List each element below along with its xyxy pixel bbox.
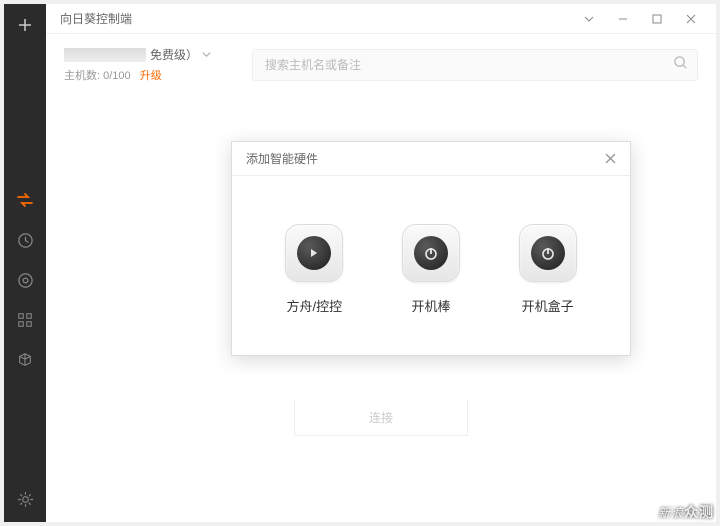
watermark: 新浪众测: [658, 502, 714, 522]
header-row: 免费级） 主机数: 0/100 升级: [46, 34, 716, 87]
power-icon: [414, 236, 448, 270]
plus-icon: [17, 17, 33, 33]
close-icon: [686, 14, 696, 24]
modal-header: 添加智能硬件: [232, 142, 630, 176]
chevron-down-icon: [584, 14, 594, 24]
hardware-icon-box: [402, 224, 460, 282]
search-button[interactable]: [673, 55, 688, 75]
modal-title: 添加智能硬件: [246, 150, 600, 167]
account-block: 免费级） 主机数: 0/100 升级: [64, 46, 234, 83]
hardware-icon-box: [519, 224, 577, 282]
hardware-item-box[interactable]: 开机盒子: [519, 224, 577, 315]
account-name-redacted: [64, 48, 146, 62]
titlebar: 向日葵控制端: [46, 4, 716, 34]
sidebar-item-apps[interactable]: [16, 311, 34, 329]
search-input[interactable]: [252, 49, 698, 81]
maximize-icon: [652, 14, 662, 24]
hardware-item-ark[interactable]: 方舟/控控: [285, 224, 343, 315]
grid-icon: [17, 312, 33, 328]
search-icon: [673, 55, 688, 70]
dropdown-button[interactable]: [572, 5, 606, 33]
sidebar: [4, 4, 46, 522]
connect-label: 连接: [369, 409, 393, 426]
hosts-count-row: 主机数: 0/100 升级: [64, 67, 234, 83]
hosts-count: 0/100: [103, 70, 131, 82]
discover-icon: [17, 272, 34, 289]
upgrade-link[interactable]: 升级: [140, 70, 162, 82]
app-window: 向日葵控制端 免费级） 主机数: 0/100 升级: [4, 4, 716, 522]
sidebar-item-history[interactable]: [16, 231, 34, 249]
close-button[interactable]: [674, 5, 708, 33]
modal-body: 方舟/控控 开机棒 开机盒子: [232, 176, 630, 355]
main-area: 向日葵控制端 免费级） 主机数: 0/100 升级: [46, 4, 716, 522]
minimize-button[interactable]: [606, 5, 640, 33]
gear-icon: [17, 491, 34, 508]
transfer-icon: [16, 191, 34, 209]
watermark-sub: 众测: [684, 504, 714, 520]
hardware-item-stick[interactable]: 开机棒: [402, 224, 460, 315]
app-title: 向日葵控制端: [60, 10, 572, 27]
sidebar-item-device[interactable]: [16, 351, 34, 369]
power-icon: [531, 236, 565, 270]
play-icon: [297, 236, 331, 270]
chevron-down-icon: [202, 50, 211, 59]
hosts-prefix: 主机数:: [64, 70, 100, 82]
close-icon: [605, 153, 616, 164]
modal-close-button[interactable]: [600, 149, 620, 169]
add-hardware-modal: 添加智能硬件 方舟/控控: [231, 141, 631, 356]
search-wrap: [252, 49, 698, 81]
clock-icon: [17, 232, 34, 249]
window-controls: [572, 5, 708, 33]
add-button[interactable]: [4, 4, 46, 46]
hardware-label: 方舟/控控: [287, 296, 343, 315]
hardware-icon-box: [285, 224, 343, 282]
account-tier-row[interactable]: 免费级）: [64, 46, 234, 63]
sidebar-nav: [16, 191, 34, 369]
sidebar-item-transfer[interactable]: [16, 191, 34, 209]
account-tier: 免费级）: [150, 46, 198, 63]
watermark-brand: 新浪: [658, 506, 684, 520]
maximize-button[interactable]: [640, 5, 674, 33]
connect-button[interactable]: 连接: [294, 400, 468, 436]
sidebar-item-discover[interactable]: [16, 271, 34, 289]
hardware-label: 开机棒: [411, 296, 450, 315]
hardware-label: 开机盒子: [522, 296, 574, 315]
sidebar-item-settings[interactable]: [16, 490, 34, 508]
minimize-icon: [618, 14, 628, 24]
cube-icon: [17, 352, 33, 368]
